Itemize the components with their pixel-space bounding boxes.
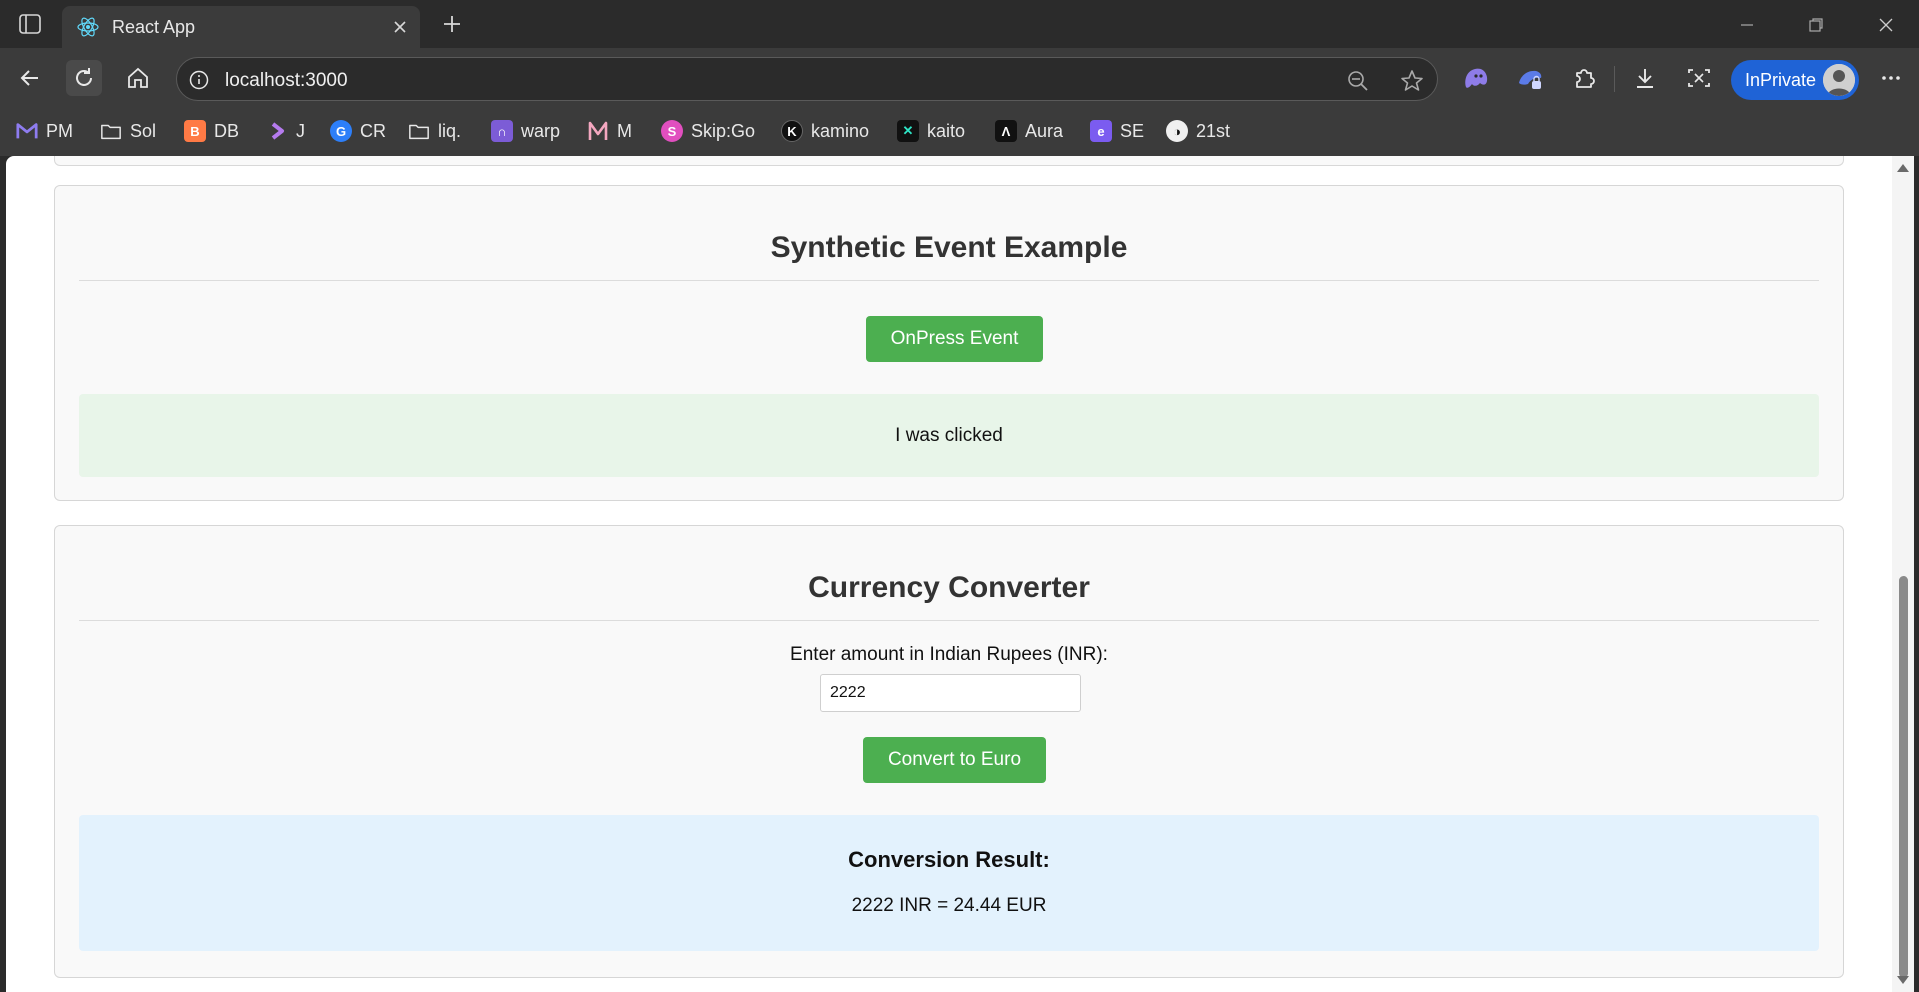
- bookmark-kamino[interactable]: K kamino: [781, 118, 869, 144]
- bookmark-cr[interactable]: G CR: [330, 118, 386, 144]
- bookmark-label: kaito: [927, 120, 966, 141]
- skipgo-icon: S: [661, 120, 683, 142]
- inr-amount-label: Enter amount in Indian Rupees (INR):: [790, 644, 1108, 665]
- bookmark-se[interactable]: e SE: [1090, 118, 1144, 144]
- scrollbar-thumb[interactable]: [1899, 576, 1908, 978]
- bookmark-label: liq.: [438, 120, 462, 141]
- page-viewport: Synthetic Event Example OnPress Event I …: [6, 156, 1892, 992]
- browser-tab[interactable]: React App: [62, 6, 420, 48]
- db-icon: B: [184, 120, 206, 142]
- bookmark-label: Skip:Go: [691, 120, 756, 141]
- synthetic-event-heading: Synthetic Event Example: [770, 231, 1128, 264]
- zoom-out-icon[interactable]: [1345, 68, 1371, 94]
- close-window-icon[interactable]: [1866, 10, 1906, 40]
- synthetic-event-card: Synthetic Event Example OnPress Event I …: [54, 185, 1844, 501]
- convert-to-euro-button[interactable]: Convert to Euro: [863, 737, 1046, 783]
- navigation-toolbar: localhost:3000 InPrivate: [0, 48, 1919, 106]
- extensions-puzzle-icon[interactable]: [1566, 60, 1602, 96]
- tab-title: React App: [112, 16, 196, 37]
- conversion-result-text: 2222 INR = 24.44 EUR: [851, 895, 1047, 916]
- page-scrollbar[interactable]: [1892, 156, 1914, 992]
- tab-actions-icon[interactable]: [14, 10, 46, 38]
- url-text: localhost:3000: [225, 70, 348, 91]
- inr-amount-input[interactable]: [820, 674, 1081, 712]
- conversion-result-box: Conversion Result: 2222 INR = 24.44 EUR: [79, 815, 1819, 951]
- toolbar-divider: [1614, 66, 1615, 92]
- copilot-ghost-icon[interactable]: [1458, 60, 1494, 96]
- new-tab-icon[interactable]: [436, 10, 468, 38]
- bookmark-warp[interactable]: ∩ warp: [491, 118, 560, 144]
- bookmark-label: CR: [360, 120, 386, 141]
- kamino-icon: K: [781, 120, 803, 142]
- click-message-text: I was clicked: [895, 424, 1003, 446]
- site-info-icon[interactable]: [187, 68, 211, 92]
- bookmark-label: Sol: [130, 120, 157, 141]
- bookmark-label: PM: [46, 120, 73, 141]
- bookmark-m[interactable]: M: [587, 118, 632, 144]
- scroll-down-icon[interactable]: [1897, 976, 1909, 984]
- screenshot-icon[interactable]: [1681, 60, 1717, 96]
- bookmark-kaito[interactable]: ✕ kaito: [897, 118, 965, 144]
- conversion-result-title: Conversion Result:: [848, 847, 1050, 872]
- se-icon: e: [1090, 120, 1112, 142]
- gmail-icon: [16, 120, 38, 142]
- m-icon: [587, 120, 609, 142]
- warp-icon: ∩: [491, 120, 513, 142]
- bookmark-db[interactable]: B DB: [184, 118, 239, 144]
- restore-icon[interactable]: [1796, 10, 1836, 40]
- bookmark-pm[interactable]: PM: [16, 118, 73, 144]
- address-bar[interactable]: localhost:3000: [176, 57, 1438, 101]
- favorite-star-icon[interactable]: [1399, 68, 1425, 94]
- bookmark-j[interactable]: J: [266, 118, 305, 144]
- downloads-icon[interactable]: [1627, 60, 1663, 96]
- refresh-icon[interactable]: [66, 60, 102, 96]
- currency-converter-heading: Currency Converter: [808, 571, 1090, 604]
- inprivate-profile-button[interactable]: InPrivate: [1731, 60, 1859, 100]
- bookmark-label: warp: [521, 120, 561, 141]
- aura-icon: Λ: [995, 120, 1017, 142]
- currency-converter-card: Currency Converter Enter amount in India…: [54, 525, 1844, 978]
- bookmark-label: M: [617, 120, 632, 141]
- bookmark-liq[interactable]: liq.: [408, 118, 461, 144]
- minimize-icon[interactable]: [1727, 10, 1767, 40]
- heading-divider: [79, 620, 1819, 621]
- scroll-up-icon[interactable]: [1897, 164, 1909, 172]
- bookmark-sol[interactable]: Sol: [100, 118, 156, 144]
- avatar: [1823, 64, 1855, 96]
- home-icon[interactable]: [120, 60, 156, 96]
- bookmark-label: SE: [1120, 120, 1145, 141]
- click-message-box: I was clicked: [79, 394, 1819, 477]
- tab-bar: React App: [0, 0, 1919, 48]
- kaito-icon: ✕: [897, 120, 919, 142]
- more-options-icon[interactable]: [1873, 60, 1909, 96]
- onpress-event-button[interactable]: OnPress Event: [866, 316, 1043, 362]
- back-icon[interactable]: [12, 60, 48, 96]
- close-tab-icon[interactable]: [386, 13, 414, 41]
- bookmark-label: 21st: [1196, 120, 1231, 141]
- inprivate-label: InPrivate: [1745, 69, 1817, 90]
- bookmark-skipgo[interactable]: S Skip:Go: [661, 118, 755, 144]
- bookmark-label: J: [296, 120, 305, 141]
- folder-icon: [408, 120, 430, 142]
- heading-divider: [79, 280, 1819, 281]
- bookmark-aura[interactable]: Λ Aura: [995, 118, 1063, 144]
- jira-icon: [266, 120, 288, 142]
- folder-icon: [100, 120, 122, 142]
- react-icon: [76, 15, 100, 39]
- bookmark-label: Aura: [1025, 120, 1064, 141]
- previous-card-edge: [54, 156, 1844, 166]
- extension-bird-icon[interactable]: [1512, 60, 1548, 96]
- bookmark-label: kamino: [811, 120, 870, 141]
- cr-icon: G: [330, 120, 352, 142]
- bookmark-label: DB: [214, 120, 240, 141]
- bookmarks-bar: PM Sol B DB J G CR liq. ∩ warp M S Skip:…: [0, 106, 1919, 156]
- 21st-icon: ◑: [1166, 120, 1188, 142]
- bookmark-21st[interactable]: ◑ 21st: [1166, 118, 1230, 144]
